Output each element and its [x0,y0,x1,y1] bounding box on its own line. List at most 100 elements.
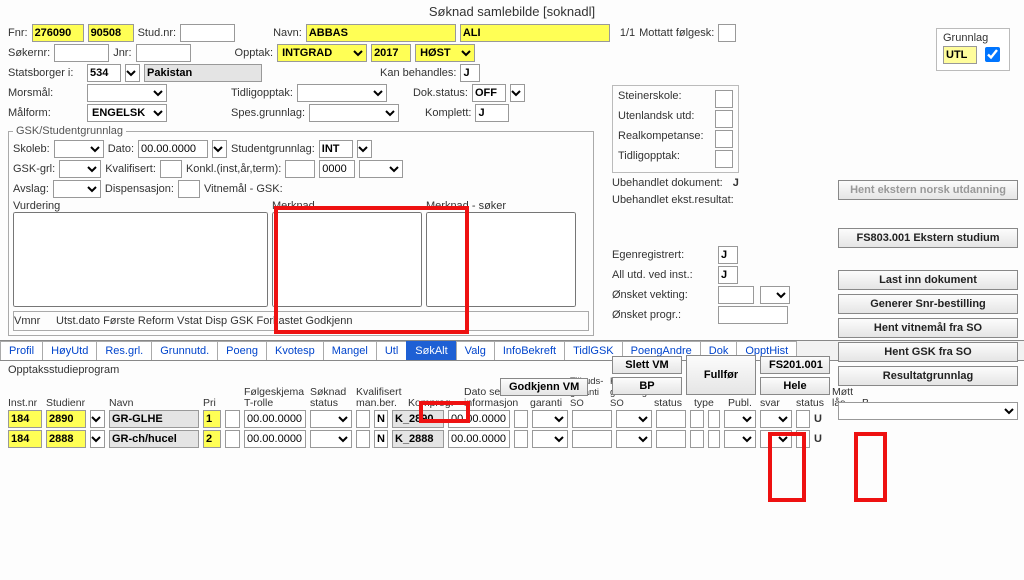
row-tilbstatus[interactable] [616,410,652,428]
row-folge[interactable] [225,410,240,428]
fnr1-input[interactable] [32,24,84,42]
studgr-dd[interactable] [357,140,372,158]
row-dato[interactable] [448,410,510,428]
tab-infobekreft[interactable]: InfoBekreft [494,341,565,360]
row-tilbsvar[interactable] [724,410,756,428]
row-publ[interactable] [690,410,704,428]
row-kvalgrso[interactable] [572,410,612,428]
merknad-text[interactable] [272,212,422,307]
resgr-button[interactable]: Resultatgrunnlag [838,366,1018,386]
row-tilbtype[interactable] [656,410,686,428]
avslag-select[interactable] [53,180,101,198]
row-tilbgar[interactable] [514,410,528,428]
grunnlag-input[interactable] [943,46,977,64]
row-tilbgarso[interactable] [532,410,568,428]
spesgr-select[interactable] [309,104,399,122]
row-mott[interactable] [760,430,792,448]
fnr2-input[interactable] [88,24,134,42]
fs201-button[interactable]: FS201.001 [760,356,830,374]
row-inst[interactable] [8,430,42,448]
navn-first-input[interactable] [460,24,610,42]
row-tilbtype[interactable] [656,430,686,448]
statsborger-code-input[interactable] [87,64,121,82]
morsmal-select[interactable] [87,84,167,102]
konkl-inst[interactable] [285,160,315,178]
tab-poeng[interactable]: Poeng [217,341,267,360]
row-las[interactable] [796,430,810,448]
dokstatus-input[interactable] [472,84,506,102]
realkomp-input[interactable] [715,130,733,148]
tab-mangel[interactable]: Mangel [323,341,377,360]
merksok-text[interactable] [426,212,576,307]
grunnlag-checkbox[interactable] [985,47,1000,62]
konkl-year[interactable] [319,160,355,178]
kanbeh-input[interactable] [460,64,480,82]
tab-kvotesp[interactable]: Kvotesp [266,341,324,360]
konkl-term[interactable] [359,160,403,178]
row-mott[interactable] [760,410,792,428]
tab-sokalt[interactable]: SøkAlt [406,341,456,360]
hentvitn-button[interactable]: Hent vitnemål fra SO [838,318,1018,338]
row-manber[interactable] [374,410,388,428]
row-manber[interactable] [374,430,388,448]
tidligopp2-input[interactable] [715,150,733,168]
allutd-input[interactable] [718,266,738,284]
row-sokstatus[interactable] [310,410,352,428]
gskgrl-select[interactable] [59,160,101,178]
row-kvalgrso[interactable] [572,430,612,448]
tab-resgrl[interactable]: Res.grl. [96,341,152,360]
onsketvek-dd[interactable] [760,286,790,304]
row-folge[interactable] [225,430,240,448]
row-stud[interactable] [46,430,86,448]
disp-input[interactable] [178,180,200,198]
row-kval1[interactable] [356,410,370,428]
lastinn-button[interactable]: Last inn dokument [838,270,1018,290]
hentgsk-button[interactable]: Hent GSK fra SO [838,342,1018,362]
row-stud-dd[interactable] [90,410,105,428]
row-publ[interactable] [690,430,704,448]
row-tilbsvar[interactable] [724,430,756,448]
fs803-button[interactable]: FS803.001 Ekstern studium [838,228,1018,248]
row-trolle[interactable] [244,430,306,448]
jnr-input[interactable] [136,44,191,62]
opptak-type-select[interactable]: INTGRAD [277,44,367,62]
egenreg-input[interactable] [718,246,738,264]
statsborger-dd[interactable] [125,64,140,82]
dato-input[interactable] [138,140,208,158]
hele-button[interactable]: Hele [760,377,830,395]
godkjennvm-button[interactable]: Godkjenn VM [500,378,588,396]
row-tilbgar[interactable] [514,430,528,448]
row-dato[interactable] [448,430,510,448]
steiner-input[interactable] [715,90,733,108]
studgr-input[interactable] [319,140,353,158]
vurdering-text[interactable] [13,212,268,307]
row-trolle[interactable] [244,410,306,428]
navn-last-input[interactable] [306,24,456,42]
slettvm-button[interactable]: Slett VM [612,356,682,374]
komplett-input[interactable] [475,104,509,122]
row-sv1[interactable] [708,430,720,448]
row-pri[interactable] [203,430,221,448]
malform-select[interactable]: ENGELSK [87,104,167,122]
row-stud[interactable] [46,410,86,428]
opptak-sem-select[interactable]: HØST [415,44,475,62]
skoleb-select[interactable] [54,140,104,158]
sokernr-input[interactable] [54,44,109,62]
fullfor-button[interactable]: Fullfør [686,355,756,395]
tab-grunnutd[interactable]: Grunnutd. [151,341,218,360]
tab-hoyutd[interactable]: HøyUtd [42,341,97,360]
tab-valg[interactable]: Valg [456,341,495,360]
row-tilbgarso[interactable] [532,430,568,448]
studnr-input[interactable] [180,24,235,42]
gensnr-button[interactable]: Generer Snr-bestilling [838,294,1018,314]
bp-button[interactable]: BP [612,377,682,395]
row-stud-dd[interactable] [90,430,105,448]
opptak-year-input[interactable] [371,44,411,62]
row-sv1[interactable] [708,410,720,428]
onsketprg-input[interactable] [718,306,788,324]
row-inst[interactable] [8,410,42,428]
row-las[interactable] [796,410,810,428]
mottatt-input[interactable] [718,24,736,42]
row-sokstatus[interactable] [310,430,352,448]
tidligopp-select[interactable] [297,84,387,102]
